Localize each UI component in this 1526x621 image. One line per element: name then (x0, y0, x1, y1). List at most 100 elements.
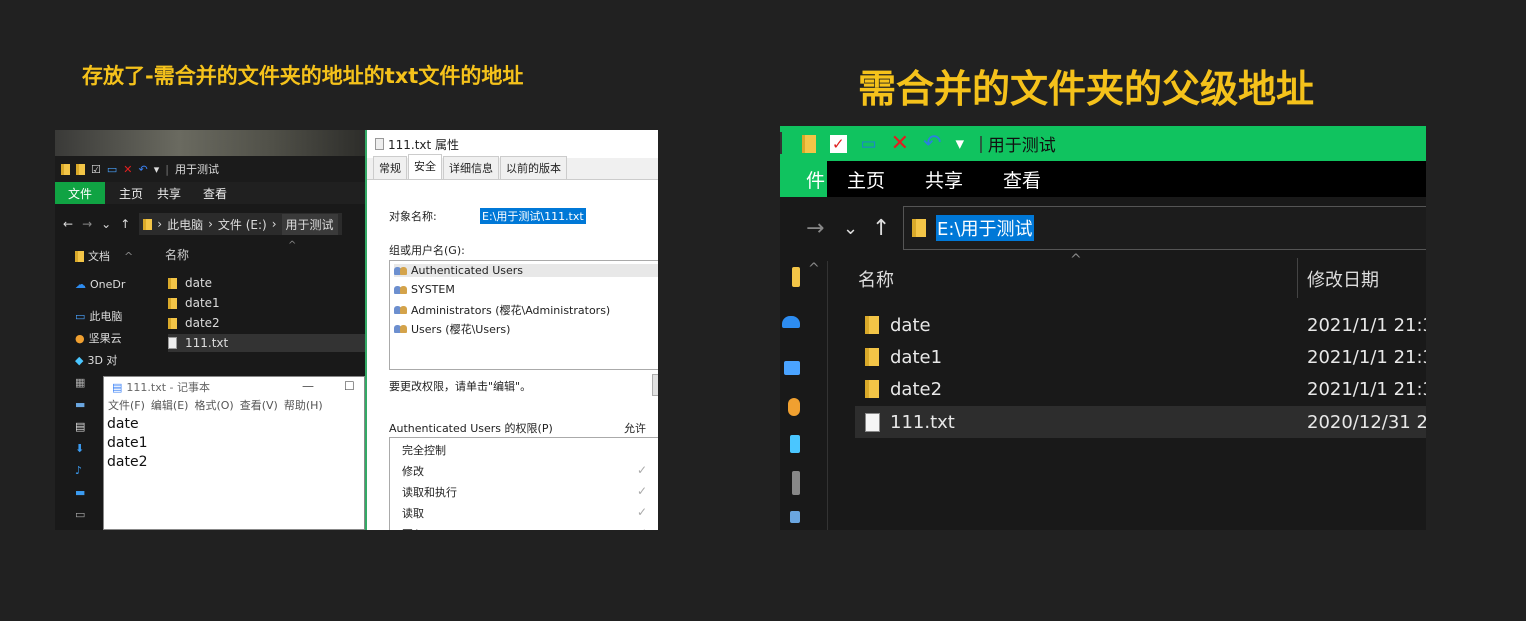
tab-file[interactable]: 文件 (55, 182, 105, 204)
breadcrumb-this-pc[interactable]: 此电脑 (167, 216, 203, 233)
menu-help[interactable]: 帮助(H) (284, 397, 323, 413)
menu-view[interactable]: 查看(V) (240, 397, 278, 413)
address-path[interactable]: E:\用于测试 (936, 215, 1034, 241)
text-file-icon (865, 412, 880, 432)
file-date: 2020/12/31 2 (1307, 411, 1426, 433)
chevron-down-icon[interactable]: ▾ (154, 163, 160, 176)
forward-arrow-icon[interactable]: → (82, 217, 92, 231)
collapse-icon[interactable]: ^ (808, 261, 820, 277)
tab-view[interactable]: 查看 (203, 185, 227, 202)
maximize-icon[interactable]: ☐ (344, 379, 355, 393)
jianguoyun-icon[interactable] (788, 398, 800, 416)
column-header-name[interactable]: 名称 (858, 266, 894, 292)
up-arrow-icon[interactable]: ↑ (120, 217, 130, 231)
nav-item-this-pc[interactable]: ▭ 此电脑 (75, 308, 122, 324)
breadcrumb-folder[interactable]: 用于测试 (281, 213, 338, 235)
notepad-text-area[interactable]: date date1 date2 (104, 413, 364, 474)
desktop-icon[interactable]: ▬ (75, 486, 85, 499)
properties-icon[interactable]: ✓ (830, 134, 847, 153)
table-row[interactable]: 111.txt 2020/12/31 2 (855, 406, 1426, 438)
tab-share[interactable]: 共享 (157, 185, 181, 202)
list-item[interactable]: SYSTEM (394, 283, 455, 296)
qat-separator: | (165, 162, 169, 176)
delete-icon[interactable]: ✕ (123, 163, 132, 176)
list-item[interactable]: Administrators (樱花\Administrators) (394, 302, 610, 318)
nav-item-jianguoyun[interactable]: ● 坚果云 (75, 330, 122, 346)
tab-file[interactable]: 件 (780, 161, 827, 197)
cube-icon[interactable] (790, 435, 800, 453)
folder-icon[interactable] (792, 267, 800, 287)
undo-icon[interactable]: ↶ (139, 163, 148, 176)
ribbon-tabs: 件 主页 共享 查看 (780, 161, 1426, 197)
menu-file[interactable]: 文件(F) (108, 397, 145, 413)
object-name-value[interactable]: E:\用于测试\111.txt (480, 208, 586, 224)
folder-icon[interactable] (802, 134, 816, 153)
table-row[interactable]: date 2021/1/1 21:3 (855, 309, 1426, 341)
pictures-icon[interactable] (790, 511, 800, 523)
drive-icon[interactable]: ▭ (75, 508, 85, 521)
menu-edit[interactable]: 编辑(E) (151, 397, 189, 413)
list-item[interactable]: date2 (168, 314, 368, 332)
tab-home[interactable]: 主页 (847, 166, 885, 193)
collapse-icon[interactable]: ^ (124, 250, 133, 263)
folder-icon[interactable] (61, 163, 70, 175)
undo-icon[interactable]: ↶ (923, 131, 941, 156)
properties-dialog: 111.txt 属性 常规 安全 详细信息 以前的版本 对象名称: E:\用于测… (365, 130, 658, 530)
chevron-down-icon[interactable]: ⌄ (101, 217, 111, 231)
delete-icon[interactable]: ✕ (891, 131, 909, 156)
rename-icon[interactable]: ▭ (107, 163, 117, 176)
security-tab-content: 对象名称: E:\用于测试\111.txt 组或用户名(G): Authenti… (367, 180, 658, 530)
forward-arrow-icon[interactable]: → (806, 216, 824, 241)
column-header-name[interactable]: 名称 (165, 246, 189, 263)
chevron-down-icon[interactable]: ▾ (956, 134, 965, 154)
list-item[interactable]: 111.txt (168, 334, 368, 352)
properties-icon[interactable]: ☑ (91, 163, 101, 176)
column-divider[interactable] (1297, 258, 1298, 298)
chevron-down-icon[interactable]: ⌄ (843, 218, 858, 239)
table-row[interactable]: date2 2021/1/1 21:3 (855, 373, 1426, 405)
list-item[interactable]: Authenticated Users (394, 264, 658, 277)
permission-row: 完全控制 (402, 444, 446, 457)
video-icon[interactable]: ▦ (75, 376, 85, 389)
up-arrow-icon[interactable]: ↑ (872, 216, 890, 241)
tab-security[interactable]: 安全 (408, 154, 442, 179)
breadcrumb-drive[interactable]: 文件 (E:) (218, 216, 267, 233)
pictures-icon[interactable]: ▬ (75, 398, 85, 411)
list-item[interactable]: date (168, 274, 368, 292)
edit-button[interactable] (652, 374, 658, 396)
tab-general[interactable]: 常规 (373, 156, 407, 179)
nav-item-onedrive[interactable]: ☁ OneDr (75, 278, 125, 291)
computer-icon[interactable] (784, 361, 800, 375)
download-icon[interactable]: ⬇ (75, 442, 84, 455)
tab-previous-versions[interactable]: 以前的版本 (500, 156, 567, 179)
nav-item-documents[interactable]: 文档 ^ (75, 248, 133, 264)
document-icon[interactable]: ▤ (75, 420, 85, 433)
address-input[interactable]: E:\用于测试 (903, 206, 1426, 250)
tab-share[interactable]: 共享 (925, 166, 963, 193)
notepad-titlebar[interactable]: ▤ 111.txt - 记事本 — ☐ (104, 377, 364, 397)
music-icon[interactable]: ♪ (75, 464, 82, 477)
file-name: date2 (890, 378, 943, 400)
menu-format[interactable]: 格式(O) (194, 397, 233, 413)
tab-view[interactable]: 查看 (1003, 166, 1041, 193)
breadcrumb[interactable]: › 此电脑 › 文件 (E:) › 用于测试 (139, 213, 342, 235)
rename-icon[interactable]: ▭ (861, 134, 877, 154)
video-icon[interactable] (792, 471, 800, 495)
group-users-list[interactable]: Authenticated Users SYSTEM Administrator… (389, 260, 658, 370)
text-file-icon (168, 337, 177, 349)
back-arrow-icon[interactable]: ← (63, 217, 73, 231)
text-file-icon (375, 138, 384, 150)
text-line: date1 (107, 435, 148, 451)
list-item[interactable]: Users (樱花\Users) (394, 321, 510, 337)
quick-access-toolbar: ☑ ▭ ✕ ↶ ▾ | 用于测试 (55, 156, 365, 182)
list-item[interactable]: date1 (168, 294, 368, 312)
tab-details[interactable]: 详细信息 (443, 156, 499, 179)
nav-item-3d-objects[interactable]: ◆ 3D 对 (75, 352, 117, 368)
folder-icon[interactable] (76, 163, 85, 175)
tab-home[interactable]: 主页 (119, 185, 143, 202)
minimize-icon[interactable]: — (302, 379, 314, 393)
left-screenshot-panel: ☑ ▭ ✕ ↶ ▾ | 用于测试 文件 主页 共享 查看 ← → ⌄ ↑ › 此… (55, 130, 658, 530)
table-row[interactable]: date1 2021/1/1 21:3 (855, 341, 1426, 373)
column-header-date[interactable]: 修改日期 (1307, 266, 1379, 292)
cloud-icon[interactable] (782, 316, 800, 328)
